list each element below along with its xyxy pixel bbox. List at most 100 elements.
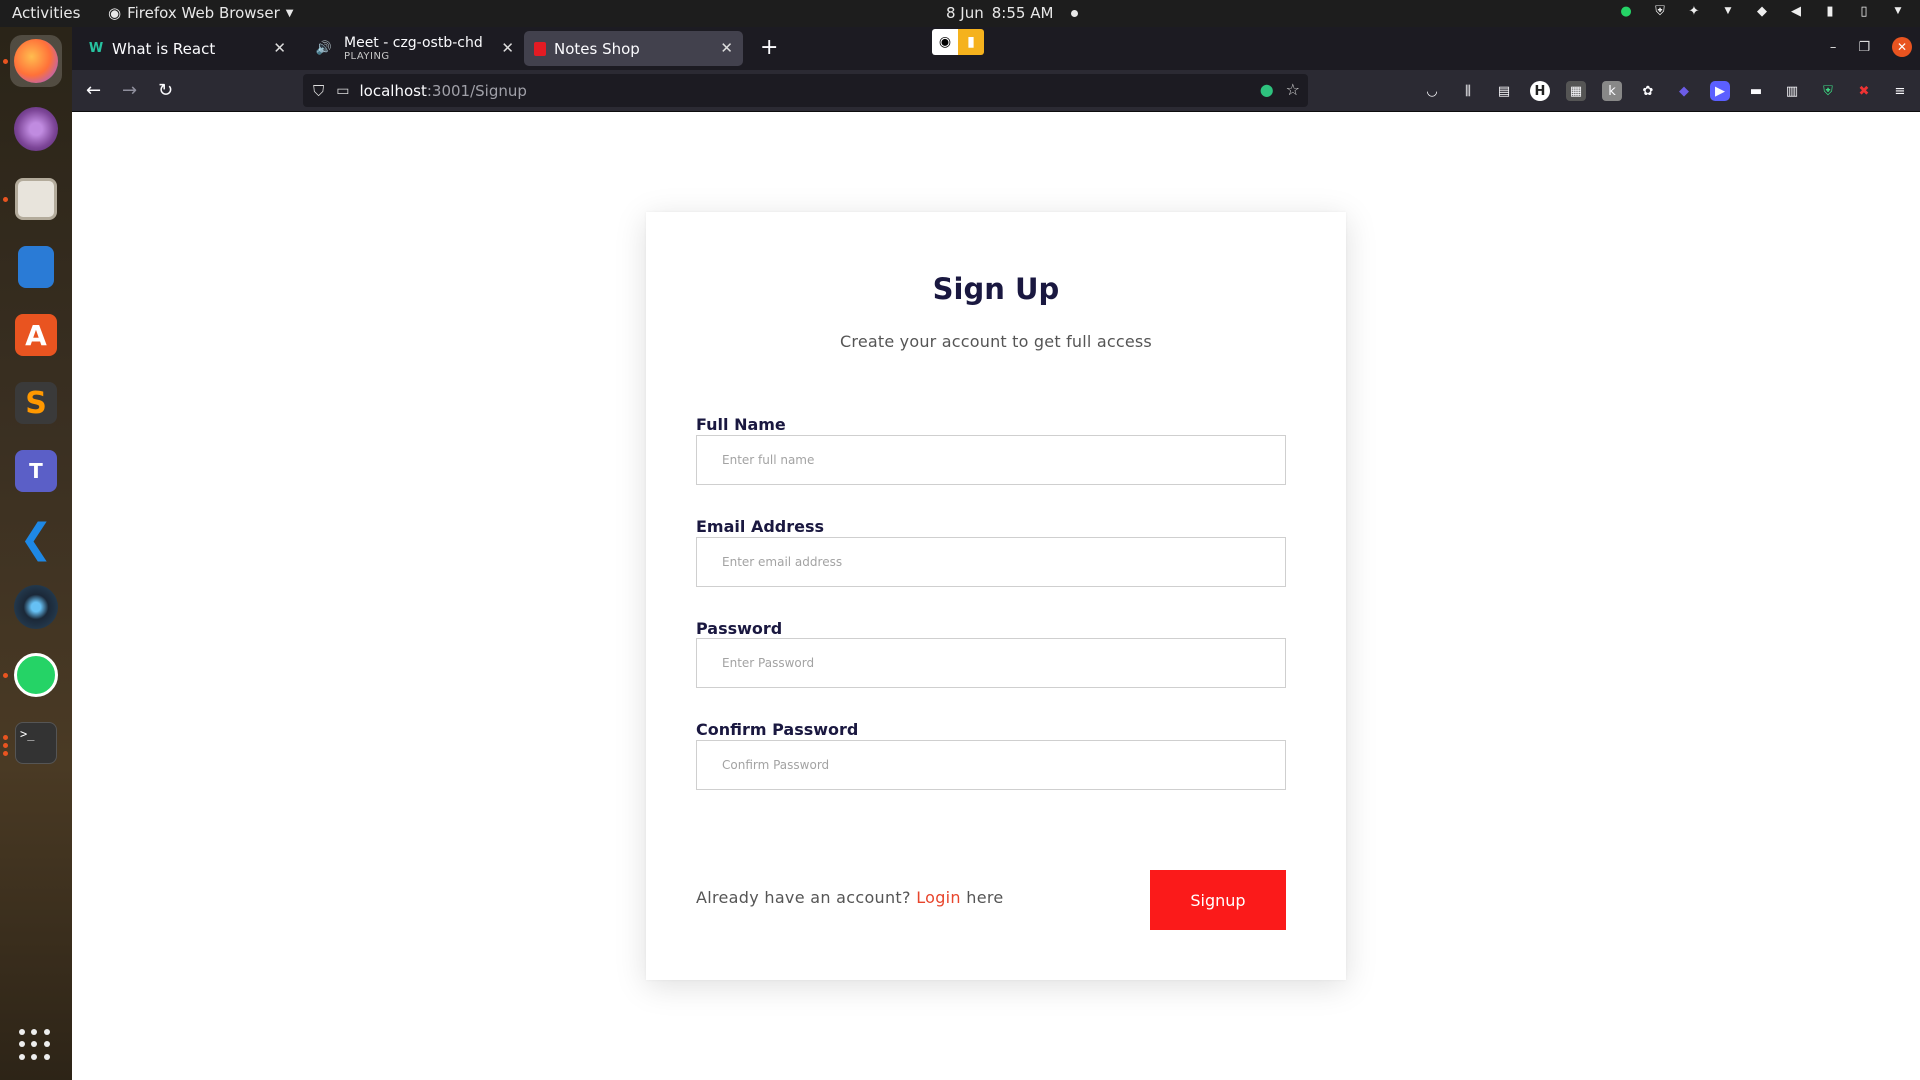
extension-k-icon[interactable]: k	[1602, 81, 1622, 101]
speaker-favicon-icon: 🔊	[315, 40, 333, 56]
adblock-shield-icon[interactable]: ⛨	[1818, 81, 1838, 101]
firefox-indicator-icon: ◉	[932, 29, 958, 55]
sharing-indicator[interactable]: ◉ ▮	[932, 29, 984, 55]
running-indicator	[3, 751, 8, 756]
microphone-indicator-icon: ▮	[958, 29, 984, 55]
volume-icon[interactable]: ◀	[1788, 3, 1804, 19]
tab-title: What is React	[112, 39, 216, 58]
vscode-icon: ❮	[19, 516, 53, 562]
dock-software[interactable]: A	[10, 309, 62, 361]
confirm-password-input[interactable]	[696, 740, 1286, 790]
notes-favicon-icon	[534, 41, 546, 56]
dock-vscode[interactable]: ❮	[10, 513, 62, 565]
cookie-icon[interactable]: ✿	[1638, 81, 1658, 101]
sidebar-icon[interactable]: ▤	[1494, 81, 1514, 101]
full-name-label: Full Name	[696, 415, 786, 434]
pocket-icon[interactable]: ◡	[1422, 81, 1442, 101]
extension-dark-icon[interactable]: ▬	[1746, 81, 1766, 101]
close-tab-icon[interactable]: ✕	[273, 39, 286, 57]
email-label: Email Address	[696, 517, 825, 536]
running-indicator	[3, 673, 8, 678]
tab-title: Meet - czg-ostb-chd	[344, 34, 483, 51]
minimize-icon[interactable]: –	[1830, 40, 1837, 55]
full-name-input[interactable]	[696, 435, 1286, 485]
password-input[interactable]	[696, 638, 1286, 688]
app-name: Firefox Web Browser	[127, 4, 280, 22]
confirm-password-label: Confirm Password	[696, 720, 859, 739]
tab-meet[interactable]: 🔊 Meet - czg-ostb-chd PLAYING ✕	[306, 31, 524, 66]
dock-sublime[interactable]: S	[10, 377, 62, 429]
back-arrow-icon[interactable]: ←	[86, 80, 101, 101]
dock-files[interactable]	[10, 173, 62, 225]
activities-button[interactable]: Activities	[12, 4, 80, 22]
new-tab-icon[interactable]: +	[760, 35, 778, 60]
login-link[interactable]: Login	[916, 888, 961, 907]
dock-steam[interactable]	[10, 581, 62, 633]
restore-icon[interactable]: ❐	[1858, 40, 1870, 55]
dock-terminal[interactable]: >_	[10, 717, 62, 769]
url-path: :3001/Signup	[426, 81, 527, 100]
software-icon: A	[15, 314, 57, 356]
page-subtitle: Create your account to get full access	[840, 332, 1152, 351]
tracking-shield-icon[interactable]: ⛉	[313, 82, 324, 100]
steam-icon	[14, 585, 58, 629]
clock[interactable]: 8 Jun 8:55 AM	[946, 4, 1079, 22]
microphone-icon[interactable]: ▮	[1822, 3, 1838, 19]
dock-whatsapp[interactable]	[10, 649, 62, 701]
firefox-small-icon: ◉	[108, 4, 122, 22]
hamburger-menu-icon[interactable]: ≡	[1890, 81, 1910, 101]
shield-tray-icon[interactable]: ⛨	[1652, 3, 1668, 19]
whatsapp-icon	[14, 653, 58, 697]
extension-toolbar: ◡ ⫼ ▤ H ▦ k ✿ ◆ ▶ ▬ ▥ ⛨ ✖ ≡	[1422, 81, 1910, 101]
dock-writer[interactable]	[10, 241, 62, 293]
system-top-bar: Activities ◉ Firefox Web Browser ▼ 8 Jun…	[0, 0, 1920, 27]
url-bar[interactable]: ⛉ ▭ localhost:3001/Signup ● ☆	[303, 74, 1308, 107]
zoom-icon[interactable]: ▶	[1710, 81, 1730, 101]
extension-blue-icon[interactable]: ◆	[1674, 81, 1694, 101]
close-tab-icon[interactable]: ✕	[720, 39, 733, 57]
login-prompt: Already have an account? Login here	[696, 888, 1004, 907]
accessibility-icon[interactable]: ✦	[1686, 3, 1702, 19]
close-tab-icon[interactable]: ✕	[501, 39, 514, 57]
running-indicator	[3, 743, 8, 748]
window-controls: – ❐ ✕	[1830, 37, 1912, 57]
app-menu[interactable]: ◉ Firefox Web Browser ▼	[108, 4, 293, 22]
globe-icon[interactable]: ●	[1260, 80, 1274, 99]
chevron-down-icon: ▼	[285, 7, 294, 19]
extension-red-icon[interactable]: ✖	[1854, 81, 1874, 101]
system-tray[interactable]: ● ⛨ ✦ ▼ ◆ ◀ ▮ ▯ ▼	[1618, 3, 1906, 19]
page-info-icon[interactable]: ▭	[336, 83, 349, 99]
email-input[interactable]	[696, 537, 1286, 587]
extension-grey-icon[interactable]: ▦	[1566, 81, 1586, 101]
show-applications-icon[interactable]	[19, 1029, 51, 1061]
url-host: localhost	[359, 81, 427, 100]
url-bar-actions: ● ☆	[1260, 80, 1300, 99]
dock-teams[interactable]: T	[10, 445, 62, 497]
battery-icon[interactable]: ▯	[1856, 3, 1872, 19]
forward-arrow-icon[interactable]: →	[122, 80, 137, 101]
extension-bars-icon[interactable]: ▥	[1782, 81, 1802, 101]
tab-what-is-react[interactable]: W What is React ✕	[78, 31, 296, 66]
dock-firefox[interactable]	[10, 35, 62, 87]
wifi-icon[interactable]: ◆	[1754, 3, 1770, 19]
bookmark-star-icon[interactable]: ☆	[1286, 80, 1300, 99]
close-window-icon[interactable]: ✕	[1892, 37, 1912, 57]
hackmd-icon[interactable]: H	[1530, 81, 1550, 101]
tab-playing-label: PLAYING	[344, 50, 390, 62]
reload-icon[interactable]: ↻	[158, 80, 173, 101]
date: 8 Jun	[946, 4, 984, 22]
signup-button[interactable]: Signup	[1150, 870, 1286, 930]
whatsapp-tray-icon[interactable]: ●	[1618, 3, 1634, 19]
chevron-down-icon[interactable]: ▼	[1890, 3, 1906, 19]
running-indicator	[3, 59, 8, 64]
tab-notes-shop[interactable]: Notes Shop ✕	[524, 31, 743, 66]
here-text: here	[966, 888, 1004, 907]
library-icon[interactable]: ⫼	[1458, 81, 1478, 101]
terminal-icon: >_	[15, 722, 57, 764]
chevron-down-icon[interactable]: ▼	[1720, 3, 1736, 19]
dock-tor[interactable]	[10, 103, 62, 155]
sublime-icon: S	[15, 382, 57, 424]
teams-icon: T	[15, 450, 57, 492]
w-favicon-icon: W	[88, 41, 104, 56]
signup-card: Sign Up Create your account to get full …	[646, 212, 1346, 980]
